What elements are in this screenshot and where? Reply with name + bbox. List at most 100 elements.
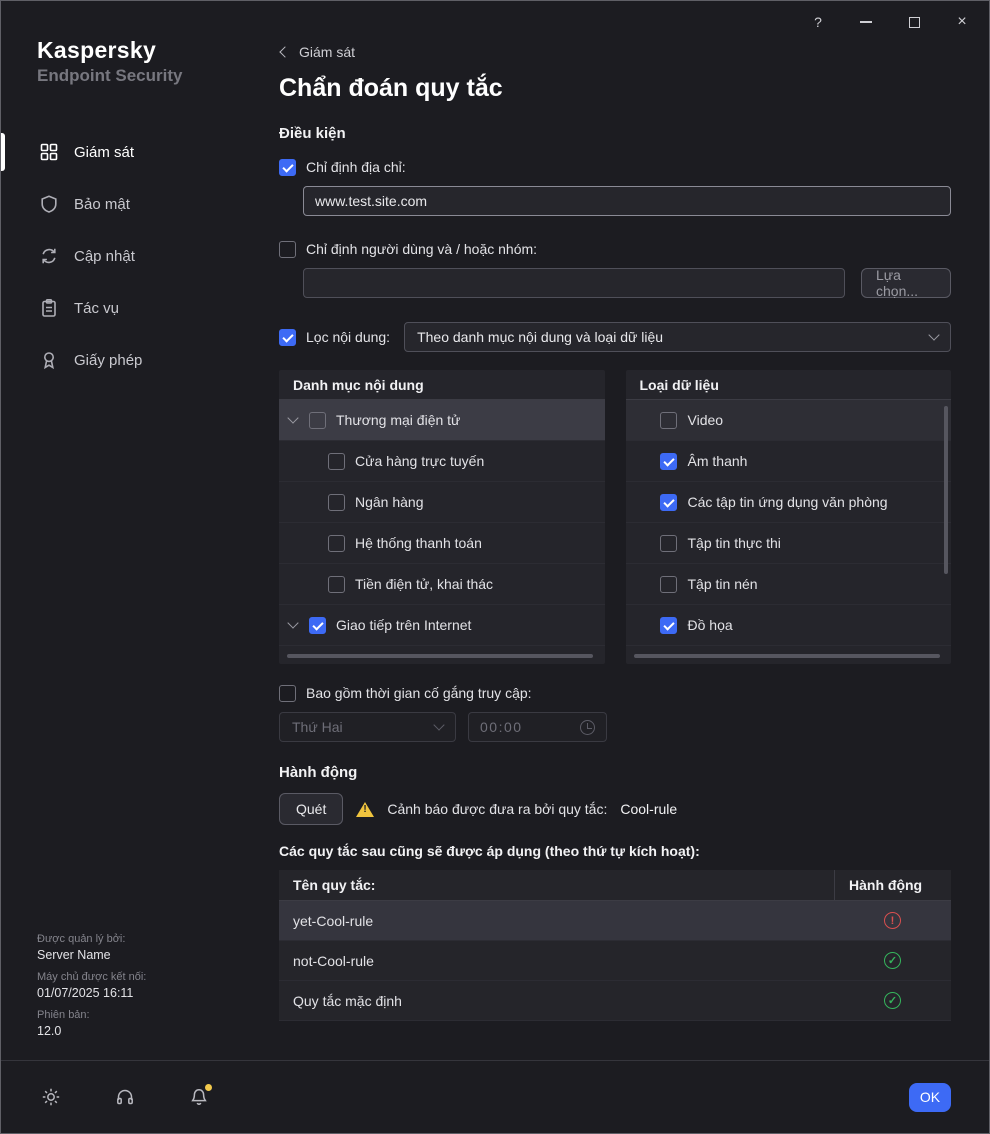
category-row[interactable]: Ngân hàng <box>279 482 605 523</box>
window-controls: ? × <box>809 13 971 31</box>
content-filter-checkbox[interactable] <box>279 328 296 346</box>
sidebar-item-update[interactable]: Cập nhật <box>1 230 259 282</box>
data-type-label: Tập tin nén <box>687 576 758 592</box>
content-categories-panel: Danh mục nội dung Thương mại điện tử Cửa… <box>279 370 605 664</box>
category-checkbox[interactable] <box>328 452 345 470</box>
day-select[interactable]: Thứ Hai <box>279 712 456 742</box>
horizontal-scrollbar[interactable] <box>287 654 593 658</box>
chevron-down-icon[interactable] <box>287 617 299 629</box>
table-row[interactable]: Quy tắc mặc định <box>279 981 951 1021</box>
chevron-down-icon[interactable] <box>287 412 299 424</box>
block-status-icon <box>884 912 901 929</box>
time-checkbox[interactable] <box>279 684 296 702</box>
category-row[interactable]: Cửa hàng trực tuyến <box>279 441 605 482</box>
users-input[interactable] <box>303 268 845 298</box>
choose-users-button[interactable]: Lựa chọn... <box>861 267 951 299</box>
users-input-row: Lựa chọn... <box>303 267 951 299</box>
data-type-checkbox[interactable] <box>659 493 677 511</box>
close-button[interactable]: × <box>953 13 971 31</box>
data-type-row[interactable]: Tập tin nén <box>625 564 951 605</box>
data-type-checkbox[interactable] <box>659 411 677 429</box>
category-row[interactable]: Hệ thống thanh toán <box>279 523 605 564</box>
address-label: Chỉ định địa chỉ: <box>306 159 406 175</box>
users-label: Chỉ định người dùng và / hoặc nhóm: <box>306 241 538 257</box>
applied-rules-label: Các quy tắc sau cũng sẽ được áp dụng (th… <box>279 843 700 859</box>
allow-status-icon <box>884 992 901 1009</box>
data-type-checkbox[interactable] <box>659 452 677 470</box>
category-checkbox[interactable] <box>328 534 345 552</box>
server-info: Được quản lý bởi: Server Name Máy chủ đư… <box>37 924 146 1038</box>
data-type-checkbox[interactable] <box>659 575 677 593</box>
category-row[interactable]: Giao tiếp trên Internet <box>279 605 605 646</box>
rule-action-column-header: Hành động <box>834 870 951 900</box>
time-value: 00:00 <box>480 719 523 735</box>
data-type-row[interactable]: Video <box>625 400 951 441</box>
data-type-row[interactable]: Đồ họa <box>625 605 951 646</box>
vertical-scrollbar[interactable] <box>944 406 948 574</box>
data-type-row[interactable]: Âm thanh <box>625 441 951 482</box>
data-type-label: Các tập tin ứng dụng văn phòng <box>687 494 888 510</box>
address-checkbox[interactable] <box>279 158 296 176</box>
category-label: Ngân hàng <box>355 494 424 510</box>
category-checkbox[interactable] <box>328 493 345 511</box>
filter-panels: Danh mục nội dung Thương mại điện tử Cửa… <box>279 370 951 664</box>
warning-rule-name: Cool-rule <box>620 801 678 817</box>
help-button[interactable]: ? <box>809 13 827 31</box>
table-row[interactable]: not-Cool-rule <box>279 941 951 981</box>
refresh-icon <box>42 248 56 264</box>
sidebar-item-monitoring[interactable]: Giám sát <box>1 126 259 178</box>
category-label: Giao tiếp trên Internet <box>336 617 472 633</box>
time-input[interactable]: 00:00 <box>468 712 607 742</box>
categories-header: Danh mục nội dung <box>279 370 605 400</box>
data-type-row[interactable]: Các tập tin ứng dụng văn phòng <box>625 482 951 523</box>
category-label: Thương mại điện tử <box>336 412 461 428</box>
rules-table-header: Tên quy tắc: Hành động <box>279 870 951 901</box>
minimize-button[interactable] <box>857 13 875 31</box>
data-type-row[interactable]: Tập tin thực thi <box>625 523 951 564</box>
table-row[interactable]: yet-Cool-rule <box>279 901 951 941</box>
data-types-panel: Loại dữ liệu Video Âm thanh Các tập tin … <box>625 370 951 664</box>
managed-by-value: Server Name <box>37 948 111 962</box>
sidebar-item-label: Cập nhật <box>74 247 135 265</box>
maximize-icon <box>908 16 920 28</box>
settings-button[interactable] <box>41 1087 61 1107</box>
rule-name-cell: not-Cool-rule <box>293 952 374 969</box>
maximize-button[interactable] <box>905 13 923 31</box>
horizontal-scrollbar[interactable] <box>633 654 940 658</box>
breadcrumb[interactable]: Giám sát <box>279 43 951 61</box>
address-input[interactable]: www.test.site.com <box>303 186 951 216</box>
data-type-checkbox[interactable] <box>659 534 677 552</box>
address-check-row: Chỉ định địa chỉ: <box>279 158 951 176</box>
sidebar-item-label: Giám sát <box>74 143 135 161</box>
category-checkbox[interactable] <box>328 575 345 593</box>
sidebar-item-license[interactable]: Giấy phép <box>1 334 259 386</box>
data-type-label: Đồ họa <box>687 617 733 633</box>
ok-button[interactable]: OK <box>909 1082 951 1112</box>
warning-text: Cảnh báo được đưa ra bởi quy tắc: <box>387 801 608 817</box>
data-type-label: Tập tin thực thi <box>687 535 781 551</box>
app-window: Kaspersky Endpoint Security Giám sát Bảo… <box>0 0 990 1134</box>
scan-button[interactable]: Quét <box>279 793 344 825</box>
sidebar-item-tasks[interactable]: Tác vụ <box>1 282 259 334</box>
category-checkbox[interactable] <box>309 616 326 634</box>
users-checkbox[interactable] <box>279 240 296 258</box>
content-filter-select[interactable]: Theo danh mục nội dung và loại dữ liệu <box>404 322 951 352</box>
conditions-section-title: Điều kiện <box>279 125 346 142</box>
license-icon <box>44 352 54 370</box>
notifications-button[interactable] <box>189 1084 212 1107</box>
shield-icon <box>41 195 57 213</box>
category-row[interactable]: Thương mại điện tử <box>279 400 605 441</box>
category-checkbox[interactable] <box>309 411 326 429</box>
clock-icon[interactable] <box>580 719 595 735</box>
category-row[interactable]: Tiền điện tử, khai thác <box>279 564 605 605</box>
gear-icon <box>42 1088 60 1106</box>
clipboard-icon <box>42 298 56 317</box>
support-button[interactable] <box>115 1087 135 1107</box>
data-type-checkbox[interactable] <box>659 616 677 634</box>
action-row: Quét Cảnh báo được đưa ra bởi quy tắc: C… <box>279 793 951 825</box>
sidebar-item-security[interactable]: Bảo mật <box>1 178 259 230</box>
headset-icon <box>117 1089 133 1105</box>
category-label: Hệ thống thanh toán <box>355 535 482 551</box>
rules-table: Tên quy tắc: Hành động yet-Cool-rule not… <box>279 870 951 1021</box>
sidebar: Kaspersky Endpoint Security Giám sát Bảo… <box>1 1 259 1060</box>
